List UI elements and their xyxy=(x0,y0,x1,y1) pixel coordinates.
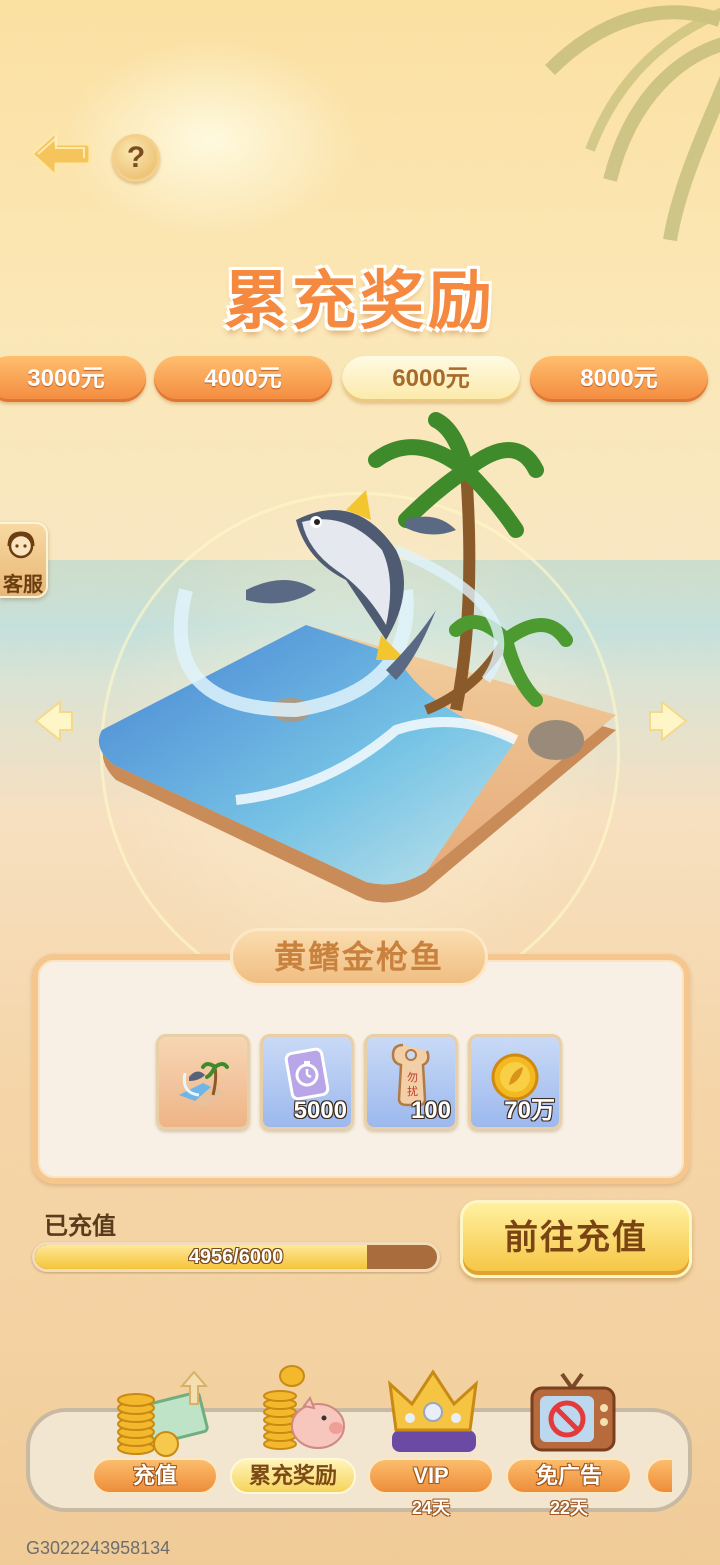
nav-label: VIP xyxy=(368,1458,494,1494)
no-ads-tv-icon xyxy=(530,1372,616,1452)
nav-label-partial xyxy=(646,1458,672,1494)
progress-text: 4956/6000 xyxy=(188,1246,284,1268)
reward-item-count: 5000 xyxy=(293,1097,347,1124)
reward-item-dnd-tag[interactable]: 勿 扰 100 xyxy=(364,1034,458,1130)
prev-arrow-icon[interactable] xyxy=(34,700,74,742)
palm-leaves-background xyxy=(545,5,720,242)
nav-label: 免广告 xyxy=(506,1458,632,1494)
reward-item-stopwatch-card[interactable]: 5000 xyxy=(260,1034,354,1130)
tab-tier-8000[interactable]: 8000元 xyxy=(530,356,708,402)
back-arrow-icon[interactable] xyxy=(28,128,92,180)
recharge-progress-bar: 4956/6000 xyxy=(32,1242,440,1272)
tab-tier-3000[interactable]: 3000元 xyxy=(0,356,146,402)
sun-glow xyxy=(60,40,360,240)
nav-sub-label: 22天 xyxy=(549,1498,589,1518)
reward-name: 黄鳍金枪鱼 xyxy=(230,928,488,986)
coins-money-icon xyxy=(117,1370,209,1457)
reward-items: 5000 勿 扰 100 70万 xyxy=(156,1034,566,1130)
svg-text:勿: 勿 xyxy=(407,1071,418,1084)
go-recharge-button[interactable]: 前往充值 xyxy=(460,1200,692,1278)
help-icon: ? xyxy=(126,141,146,174)
reward-item-count: 100 xyxy=(410,1097,451,1124)
user-id: G3022243958134 xyxy=(26,1538,171,1558)
reward-item-gold-coin[interactable]: 70万 xyxy=(468,1034,562,1130)
page-title: 累充奖励 xyxy=(0,250,720,342)
help-button[interactable]: ? xyxy=(112,134,160,182)
nav-item-next-partial[interactable] xyxy=(646,1364,672,1504)
nav-sub-label: 24天 xyxy=(411,1498,451,1518)
piggy-bank-icon xyxy=(263,1365,345,1450)
nav-item-vip[interactable]: VIP 24天 xyxy=(368,1364,498,1518)
reward-item-tuna-island[interactable] xyxy=(156,1034,250,1130)
headset-icon xyxy=(7,531,35,559)
tier-tabs: 3000元 4000元 6000元 8000元 xyxy=(0,356,720,404)
tuna-island-icon xyxy=(179,1062,229,1107)
nav-item-no-ads[interactable]: 免广告 22天 xyxy=(506,1364,636,1518)
tuna-island-illustration xyxy=(98,412,616,903)
svg-text:扰: 扰 xyxy=(407,1084,418,1098)
tab-tier-6000[interactable]: 6000元 xyxy=(342,356,520,402)
nav-item-cumulative-reward[interactable]: 累充奖励 xyxy=(230,1364,360,1504)
tab-tier-4000[interactable]: 4000元 xyxy=(154,356,332,402)
customer-service-button[interactable]: 客服 xyxy=(0,522,48,598)
charged-label: 已充值 xyxy=(44,1213,116,1240)
next-arrow-icon[interactable] xyxy=(648,700,688,742)
crown-icon xyxy=(387,1369,479,1452)
nav-label: 累充奖励 xyxy=(230,1458,356,1494)
nav-item-recharge[interactable]: 充值 xyxy=(92,1364,222,1504)
nav-label: 充值 xyxy=(92,1458,218,1494)
reward-item-count: 70万 xyxy=(504,1097,555,1124)
customer-service-label: 客服 xyxy=(3,574,43,596)
